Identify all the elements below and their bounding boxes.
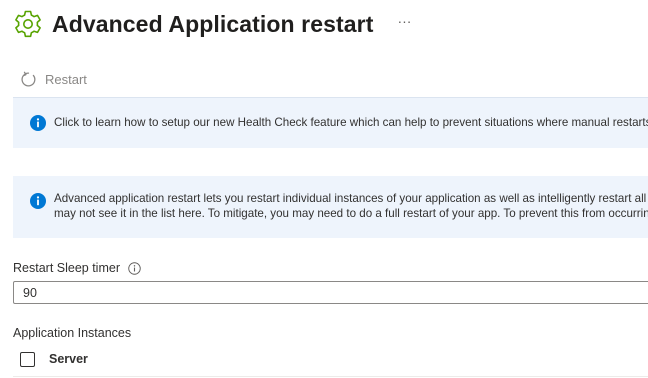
restart-info-line-2: may not see it in the list here. To miti… bbox=[54, 206, 648, 220]
gear-icon bbox=[15, 10, 41, 38]
server-column-header: Server bbox=[49, 352, 88, 366]
health-check-info-text: Click to learn how to setup our new Heal… bbox=[54, 116, 648, 129]
page-title: Advanced Application restart bbox=[52, 10, 374, 37]
more-options-button[interactable]: ··· bbox=[397, 14, 411, 34]
application-instances-label: Application Instances bbox=[13, 326, 132, 340]
info-tooltip-icon[interactable] bbox=[128, 261, 141, 275]
restart-button[interactable]: Restart bbox=[20, 71, 87, 88]
sleep-timer-input[interactable] bbox=[13, 281, 648, 304]
health-check-info-banner[interactable]: Click to learn how to setup our new Heal… bbox=[13, 97, 648, 148]
restart-info-banner: Advanced application restart lets you re… bbox=[13, 176, 648, 238]
info-icon bbox=[30, 115, 46, 131]
restart-info-line-1: Advanced application restart lets you re… bbox=[54, 192, 648, 205]
info-icon bbox=[30, 193, 46, 209]
restart-label: Restart bbox=[45, 71, 87, 87]
sleep-timer-label: Restart Sleep timer bbox=[13, 261, 141, 275]
restart-icon bbox=[21, 71, 36, 87]
restart-info-text: Advanced application restart lets you re… bbox=[54, 192, 648, 221]
table-divider bbox=[13, 376, 648, 377]
command-bar: Restart bbox=[20, 68, 87, 90]
sleep-timer-label-text: Restart Sleep timer bbox=[13, 261, 120, 275]
page-header: Advanced Application restart ··· bbox=[12, 4, 411, 44]
instances-header-row: Server bbox=[20, 349, 88, 369]
select-all-checkbox[interactable] bbox=[20, 351, 35, 367]
